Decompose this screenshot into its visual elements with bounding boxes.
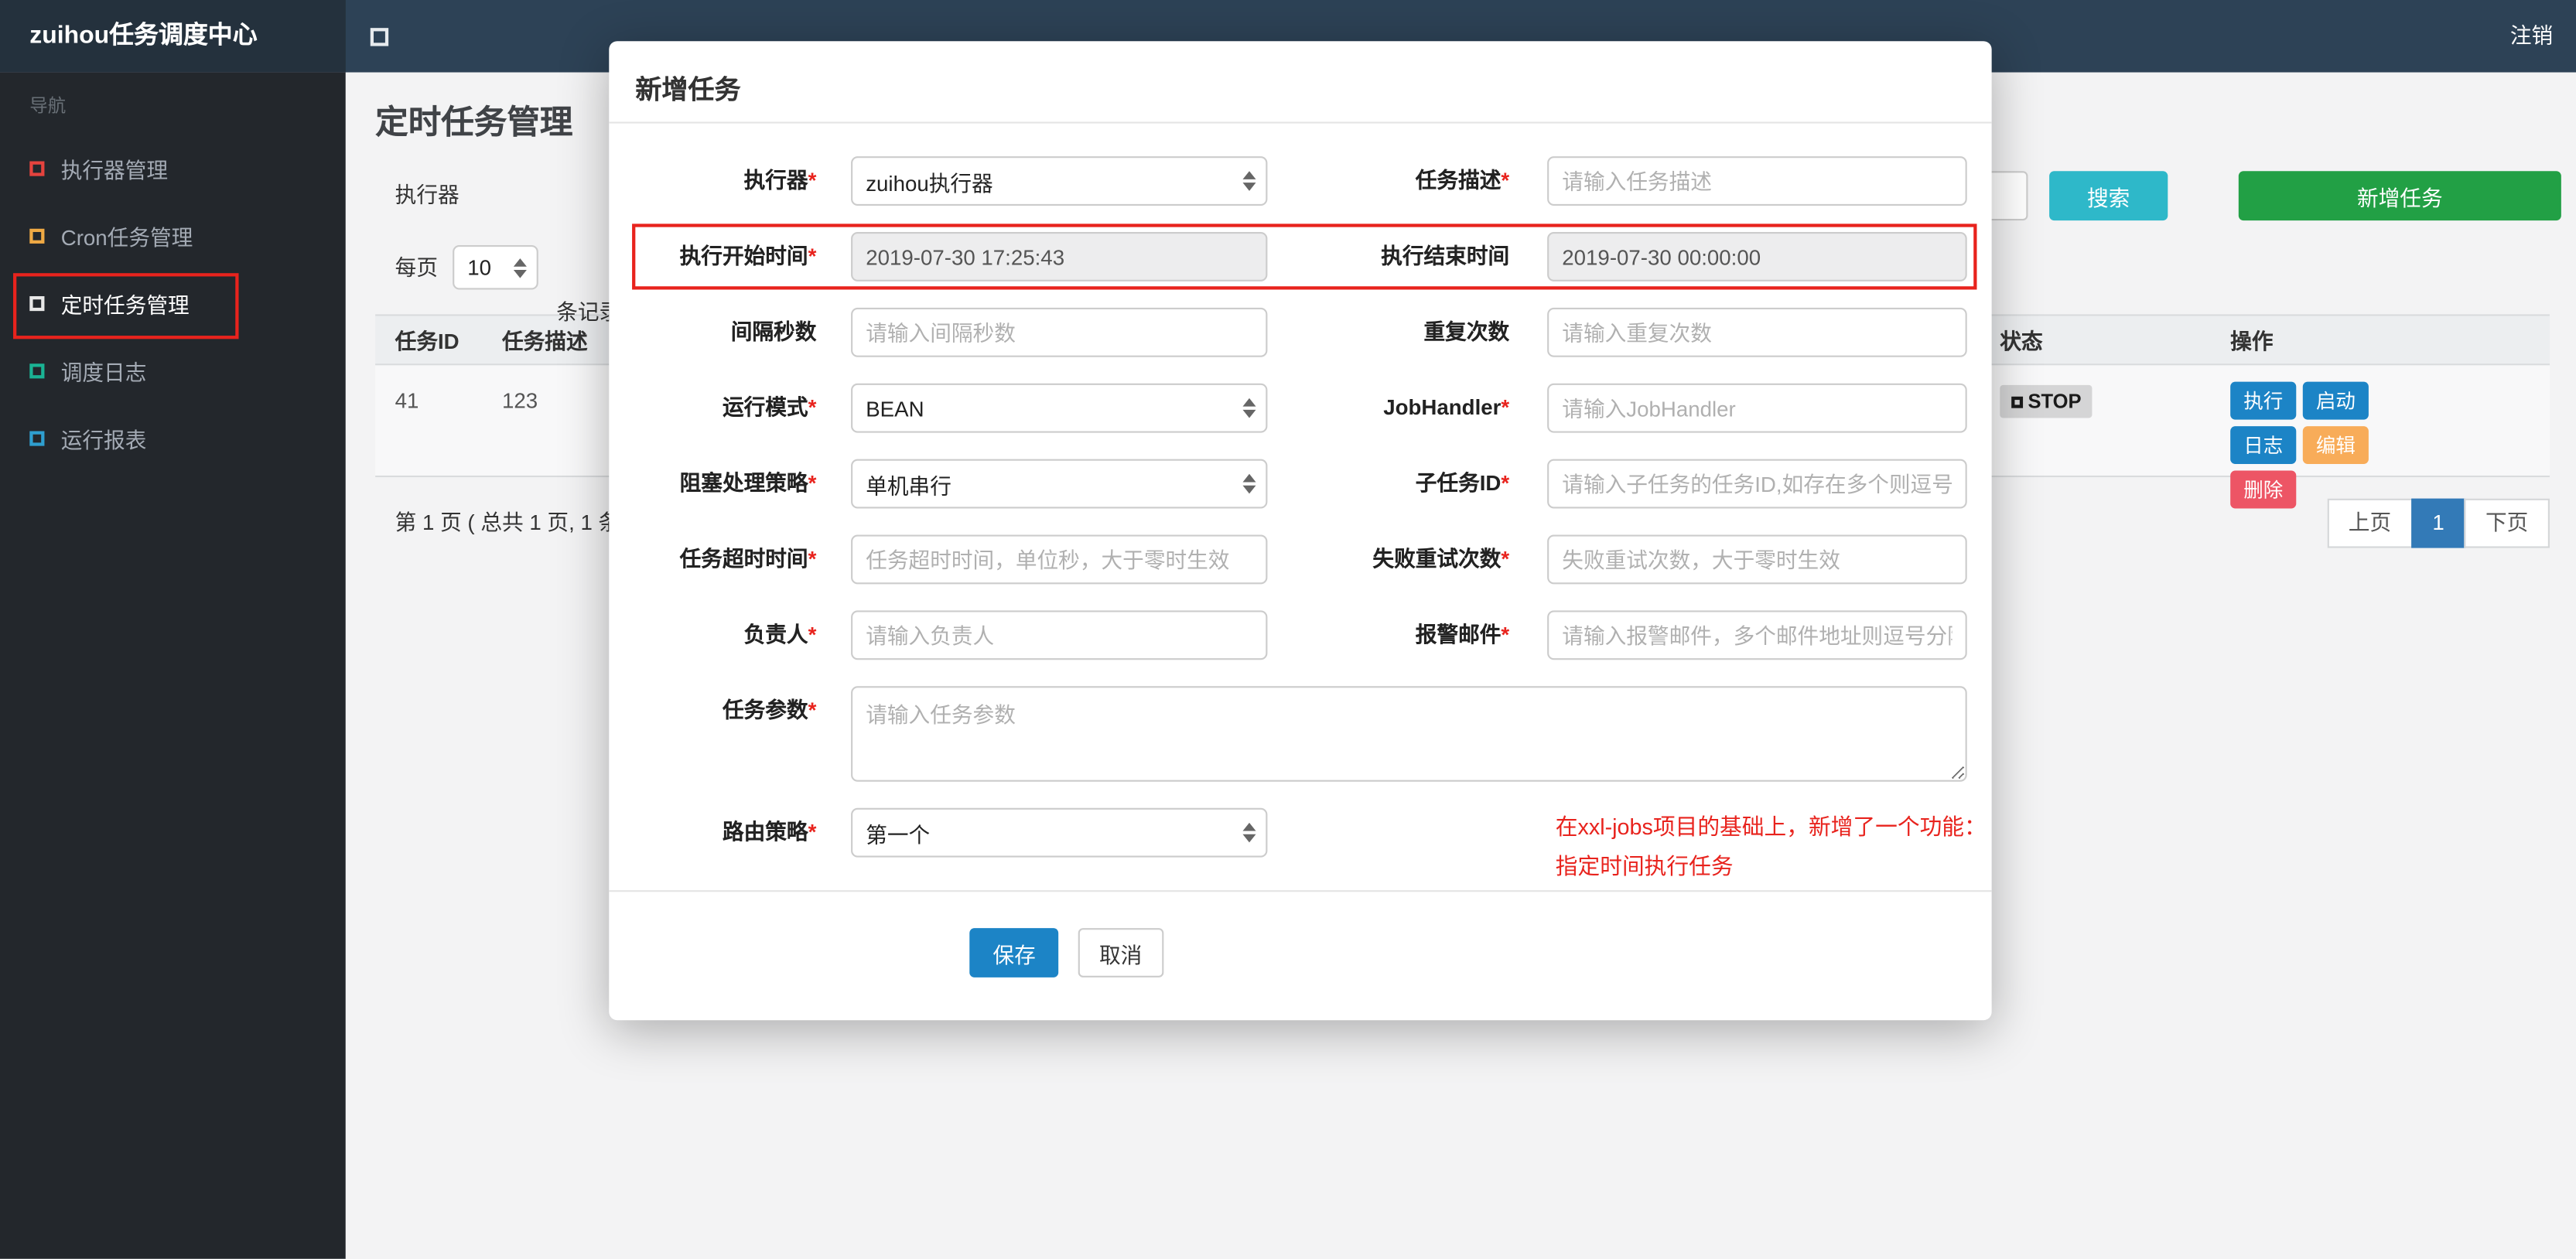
run-button[interactable]: 执行 [2230,381,2297,420]
header-task-id: 任务ID [395,329,460,354]
square-outline-icon [29,228,45,244]
task-params-textarea[interactable] [851,686,1967,782]
start-time-input[interactable] [851,232,1268,281]
end-time-input[interactable] [1547,232,1967,281]
collapse-menu-icon[interactable] [370,28,389,46]
per-page-value: 10 [467,254,492,280]
save-button[interactable]: 保存 [969,928,1059,978]
feature-note-line2: 指定时间执行任务 [1555,854,1734,879]
search-button[interactable]: 搜索 [2049,171,2168,221]
cell-status: STOP [1980,365,2211,476]
repeat-count-input[interactable] [1547,307,1967,357]
stop-square-icon [2011,395,2024,408]
interval-label: 间隔秒数 [730,319,817,344]
sidebar-section-label: 导航 [29,97,67,118]
start-time-label: 执行开始时间* [679,243,817,268]
cell-task-id: 41 [395,388,419,414]
modal-header: 新增任务 [609,41,1992,124]
alarm-email-label: 报警邮件* [1415,622,1510,647]
select-stepper-icon [1242,171,1256,191]
sidebar-item-label: 调度日志 [60,360,147,385]
cell-actions: 执行 启动 日志 编辑 删除 [2211,365,2550,509]
sidebar-item-executor-manage[interactable]: 执行器管理 [0,135,346,202]
repeat-count-label: 重复次数 [1423,319,1510,344]
owner-label: 负责人* [743,622,817,647]
select-stepper-icon [1242,822,1256,843]
header-status: 状态 [2000,329,2043,354]
route-strategy-select-value: 第一个 [866,821,931,847]
square-outline-icon [29,296,45,312]
header-actions: 操作 [2230,329,2274,354]
cancel-button[interactable]: 取消 [1078,928,1163,978]
child-task-id-label: 子任务ID* [1415,470,1510,496]
sidebar-item-scheduled-task-manage[interactable]: 定时任务管理 [0,270,346,337]
task-desc-input[interactable] [1547,156,1967,206]
status-badge: STOP [2000,384,2093,418]
route-strategy-select[interactable]: 第一个 [851,807,1268,858]
owner-input[interactable] [851,610,1268,660]
select-stepper-icon [1242,473,1256,494]
sidebar-item-label: 执行器管理 [60,158,169,183]
executor-filter-label: 执行器 [395,183,460,208]
executor-select[interactable]: zuihou执行器 [851,156,1268,206]
log-button[interactable]: 日志 [2230,426,2297,465]
modal-body: 执行器* zuihou执行器 任务描述* 执行开始时间* 执行结束时间 [609,124,1992,978]
block-strategy-label: 阻塞处理策略* [679,470,817,496]
executor-label: 执行器* [743,168,817,193]
app-root: zuihou任务调度中心 注销 导航 执行器管理 Cron任务管理 定时任务管理… [0,0,2576,1259]
modal-footer: 保存 取消 [609,890,1992,978]
end-time-label: 执行结束时间 [1381,243,1510,268]
add-task-button[interactable]: 新增任务 [2238,171,2561,221]
sidebar-item-label: Cron任务管理 [60,225,193,251]
route-strategy-label: 路由策略* [722,819,817,844]
sidebar-item-label: 运行报表 [60,428,147,453]
retry-count-input[interactable] [1547,534,1967,585]
task-desc-label: 任务描述* [1415,168,1510,193]
status-badge-text: STOP [2028,390,2082,414]
add-task-modal: 新增任务 执行器* zuihou执行器 任务描述* 执行开始时间* [609,41,1992,1021]
sidebar-item-label: 定时任务管理 [60,292,190,318]
pagination: 上页 1 下页 [2327,498,2550,548]
next-page-button[interactable]: 下页 [2464,498,2550,548]
run-mode-select-value: BEAN [866,395,924,421]
child-task-id-input[interactable] [1547,459,1967,509]
block-strategy-select-value: 单机串行 [866,473,951,498]
timeout-label: 任务超时时间* [679,546,817,571]
sidebar-item-cron-task-manage[interactable]: Cron任务管理 [0,203,346,270]
logout-link[interactable]: 注销 [2510,0,2553,73]
prev-page-button[interactable]: 上页 [2327,498,2413,548]
run-mode-select[interactable]: BEAN [851,383,1268,433]
retry-count-label: 失败重试次数* [1372,546,1510,571]
select-stepper-icon [513,258,527,278]
per-page-prefix: 每页 [395,254,439,280]
square-outline-icon [29,431,45,446]
interval-input[interactable] [851,307,1268,357]
sidebar-item-dispatch-log[interactable]: 调度日志 [0,337,346,404]
feature-note-line1: 在xxl-jobs项目的基础上，新增了一个功能： [1555,814,1987,840]
run-mode-label: 运行模式* [722,394,817,420]
select-stepper-icon [1242,397,1256,418]
square-outline-icon [29,363,45,379]
sidebar: 导航 执行器管理 Cron任务管理 定时任务管理 调度日志 运行报表 [0,72,346,1259]
sidebar-item-run-report[interactable]: 运行报表 [0,404,346,472]
executor-select-value: zuihou执行器 [866,170,993,196]
app-brand[interactable]: zuihou任务调度中心 [0,0,346,73]
jobhandler-label: JobHandler* [1383,394,1510,420]
alarm-email-input[interactable] [1547,610,1967,660]
modal-title: 新增任务 [635,77,741,106]
square-outline-icon [29,161,45,176]
feature-note: 在xxl-jobs项目的基础上，新增了一个功能： 指定时间执行任务 [1556,808,1992,887]
jobhandler-input[interactable] [1547,383,1967,433]
per-page-select[interactable]: 10 [453,245,538,290]
edit-button[interactable]: 编辑 [2302,426,2369,465]
task-params-label: 任务参数* [722,698,817,723]
start-button[interactable]: 启动 [2302,381,2369,420]
block-strategy-select[interactable]: 单机串行 [851,459,1268,509]
page-1-button[interactable]: 1 [2410,498,2466,548]
timeout-input[interactable] [851,534,1268,585]
